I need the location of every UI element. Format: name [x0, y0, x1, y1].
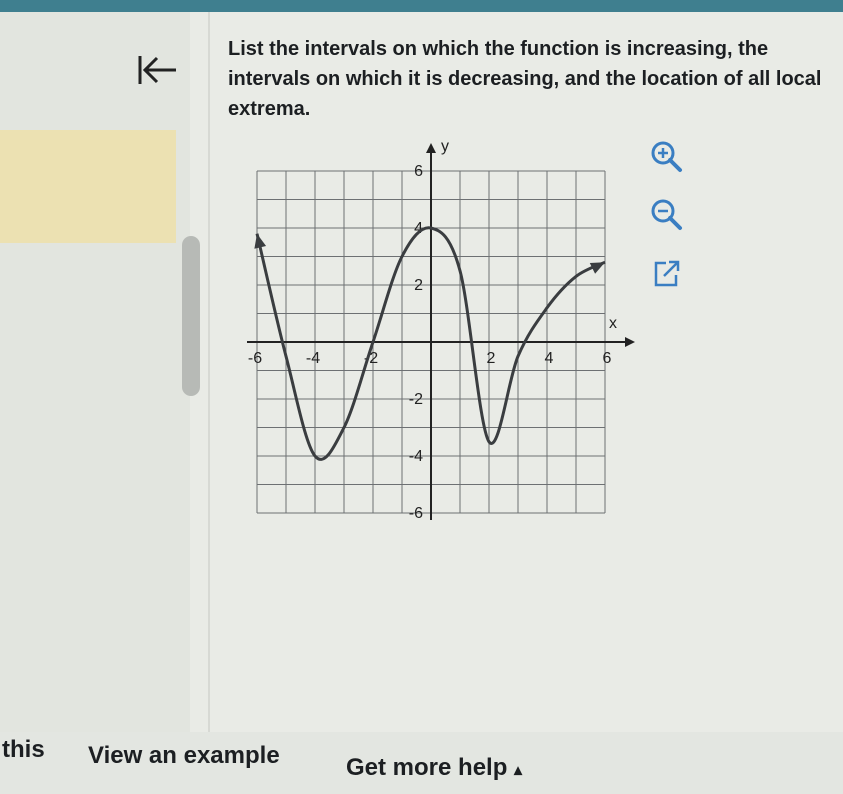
- back-to-start-icon: [138, 56, 176, 84]
- side-panel: [0, 12, 190, 732]
- zoom-out-button[interactable]: [646, 194, 686, 234]
- y-tick-label: 6: [414, 163, 423, 180]
- x-tick-label: -6: [248, 350, 262, 367]
- y-tick-label: 2: [414, 277, 423, 294]
- y-tick-label: -4: [409, 448, 423, 465]
- panel-divider: [208, 12, 210, 734]
- get-more-help-button[interactable]: Get more help ▴: [346, 754, 522, 782]
- x-tick-label: 4: [545, 350, 554, 367]
- side-panel-highlight: [0, 130, 176, 243]
- x-axis-arrow: [625, 337, 635, 347]
- pop-out-icon: [654, 260, 680, 287]
- question-text: List the intervals on which the function…: [228, 38, 822, 120]
- top-bar: [0, 0, 843, 12]
- y-axis-arrow: [426, 143, 436, 153]
- x-tick-label: -4: [306, 350, 320, 367]
- back-to-start-button[interactable]: [130, 50, 184, 90]
- y-tick-label: -6: [409, 505, 423, 520]
- footer-left-text: this: [2, 736, 45, 763]
- zoom-in-button[interactable]: [646, 136, 686, 176]
- side-panel-scrollbar[interactable]: [182, 236, 200, 396]
- x-tick-label: 2: [487, 350, 496, 367]
- function-graph: -6 -4 -2 2 4 6642-2-4-6 x y: [247, 138, 635, 520]
- x-tick-label: 6: [603, 350, 612, 367]
- view-example-button[interactable]: View an example: [88, 742, 280, 770]
- y-axis-label: y: [441, 138, 449, 155]
- x-axis-label: x: [609, 315, 617, 332]
- get-more-help-label: Get more help: [346, 754, 508, 781]
- y-tick-label: -2: [409, 391, 423, 408]
- caret-up-icon: ▴: [514, 762, 523, 779]
- zoom-out-icon: [651, 199, 682, 230]
- pop-out-button[interactable]: [646, 254, 686, 294]
- zoom-in-icon: [651, 141, 682, 172]
